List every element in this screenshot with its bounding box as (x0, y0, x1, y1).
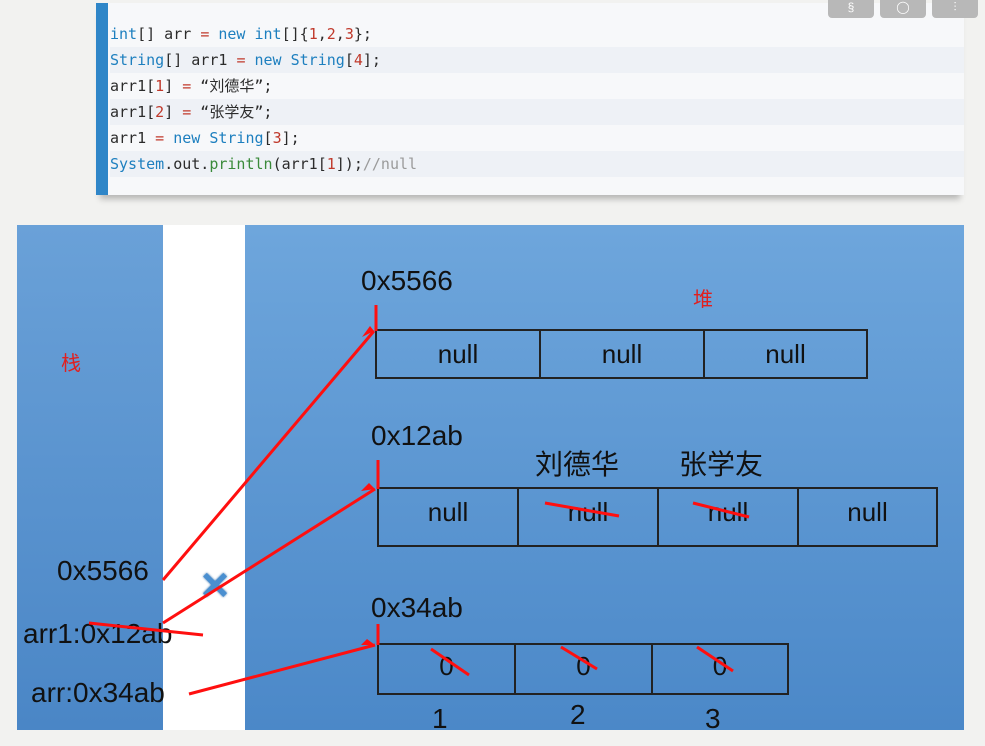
code-token: .out. (164, 155, 210, 173)
code-line: String[] arr1 = new String[4]; (110, 47, 964, 73)
strike-arr1 (88, 621, 204, 637)
code-token: 3 (344, 25, 354, 43)
code-token: 4 (353, 51, 363, 69)
arrowhead-arr (361, 639, 375, 645)
code-token: arr1[ (110, 103, 156, 121)
code-token: ]); (335, 155, 363, 173)
code-token: int (254, 25, 282, 43)
arrows-layer (88, 305, 750, 696)
code-token: [] arr (137, 25, 201, 43)
strike-zero-2 (560, 645, 598, 671)
code-token: = (182, 103, 192, 121)
strike-null-2 (692, 501, 750, 519)
code-token: , (335, 25, 345, 43)
code-token: = (155, 129, 165, 147)
copy-code-button[interactable]: ◯ (880, 0, 926, 18)
code-token: ]; (362, 51, 381, 69)
code-token: “张学友”; (191, 103, 273, 121)
code-token: 1 (326, 155, 336, 173)
code-token: “刘德华”; (191, 77, 273, 95)
code-token: [] arr1 (164, 51, 237, 69)
code-token: [ (263, 129, 273, 147)
more-options-button[interactable]: ⫶ (932, 0, 978, 18)
code-token: ] (164, 77, 183, 95)
code-token: ]; (281, 129, 300, 147)
code-token: = (182, 77, 192, 95)
code-token: , (317, 25, 327, 43)
code-token: 3 (272, 129, 282, 147)
code-token: 2 (326, 25, 336, 43)
code-token: println (209, 155, 273, 173)
code-line: arr1 = new String[3]; (110, 125, 964, 151)
code-token: String (209, 129, 264, 147)
code-token: arr1 (110, 129, 156, 147)
code-token: arr1[ (110, 77, 156, 95)
code-token: (arr1[ (272, 155, 327, 173)
code-token: []{ (281, 25, 309, 43)
code-line: arr1[2] = “张学友”; (110, 99, 964, 125)
code-token: [ (344, 51, 354, 69)
code-token: String (110, 51, 165, 69)
code-token: 2 (155, 103, 165, 121)
code-line: arr1[1] = “刘德华”; (110, 73, 964, 99)
code-token: int (110, 25, 138, 43)
code-block: int[] arr = new int[]{1,2,3}; String[] ar… (96, 3, 964, 195)
code-line: int[] arr = new int[]{1,2,3}; (110, 21, 964, 47)
strike-null-1 (544, 501, 620, 518)
code-token: //null (362, 155, 418, 173)
strike-zero-3 (696, 645, 734, 673)
code-token: = (200, 25, 210, 43)
code-token: String (290, 51, 345, 69)
view-source-button[interactable]: § (828, 0, 874, 18)
arrow-arr (188, 643, 376, 696)
code-token: new (218, 25, 246, 43)
memory-diagram: 栈 堆 0x5566 arr1:0x12ab arr:0x34ab 0x5566… (17, 225, 964, 730)
arrow-arr1 (162, 487, 376, 625)
code-line: System.out.println(arr1[1]);//null (110, 151, 964, 177)
arrow-0x5566 (161, 330, 376, 581)
code-token: new (254, 51, 282, 69)
code-token: }; (353, 25, 372, 43)
code-token: 1 (308, 25, 318, 43)
code-token: System (110, 155, 165, 173)
code-token: ] (164, 103, 183, 121)
code-token: new (173, 129, 201, 147)
code-token: 1 (155, 77, 165, 95)
strike-zero-1 (430, 647, 470, 677)
